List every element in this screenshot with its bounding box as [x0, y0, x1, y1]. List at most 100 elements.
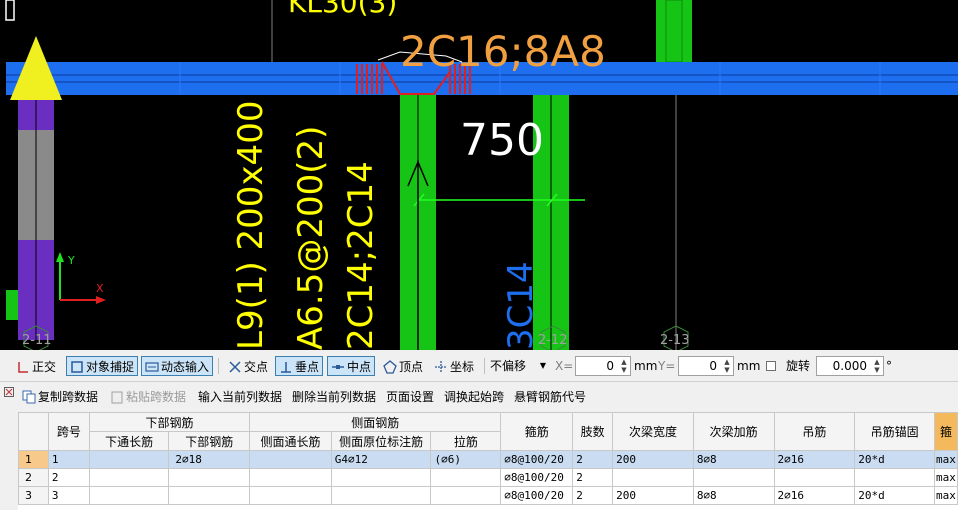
delete-column-button[interactable]: 删除当前列数据 [292, 388, 376, 406]
input-column-button[interactable]: 输入当前列数据 [198, 388, 282, 406]
vertex-label: 顶点 [399, 360, 424, 374]
cell-sec-width[interactable]: 200 [612, 486, 694, 505]
cell-bottom-through[interactable] [88, 486, 170, 505]
cell-sec-add[interactable] [692, 468, 775, 487]
rotate-spinner-icon[interactable]: ▲ ▼ [872, 358, 882, 374]
col-legs[interactable]: 肢数 [572, 412, 614, 451]
midpoint-button[interactable]: 中点 [327, 356, 376, 376]
col-bottom-through[interactable]: 下通长筋 [88, 431, 170, 451]
table-row[interactable]: 3 3 ⌀8@100/20 2 200 8⌀8 2⌀16 20*d max [18, 486, 958, 505]
rotate-checkbox[interactable] [766, 361, 776, 371]
copy-icon [22, 390, 36, 404]
y-input[interactable]: 0 ▲ ▼ [678, 356, 734, 376]
cell-side-original[interactable] [330, 486, 432, 505]
cell-stirrup[interactable]: ⌀8@100/20 [500, 450, 574, 469]
rotate-input[interactable]: 0.000 ▲ ▼ [816, 356, 884, 376]
cell-sec-add[interactable]: 8⌀8 [692, 450, 775, 469]
cell-tie[interactable] [430, 468, 502, 487]
row-number[interactable]: 2 [18, 468, 49, 487]
copy-span-button[interactable]: 复制跨数据 [22, 388, 98, 406]
cell-hanger[interactable] [773, 468, 856, 487]
cell-legs[interactable]: 2 [572, 450, 614, 469]
cell-side-through[interactable] [249, 486, 332, 505]
intersection-button[interactable]: 交点 [224, 356, 272, 376]
cell-side-through[interactable] [249, 468, 332, 487]
col-stirrup-extra[interactable]: 箍 [934, 412, 958, 451]
row-number[interactable]: 3 [18, 486, 49, 505]
cell-tie[interactable]: (⌀6) [430, 450, 502, 469]
cell-extra[interactable]: max [934, 468, 958, 487]
row-number[interactable]: 1 [18, 450, 49, 469]
col-side-through[interactable]: 侧面通长筋 [249, 431, 332, 451]
dynamic-input-button[interactable]: 动态输入 [141, 356, 214, 376]
cell-hanger[interactable]: 2⌀16 [773, 486, 856, 505]
paste-span-button[interactable]: 粘贴跨数据 [110, 388, 186, 406]
cell-sec-add[interactable]: 8⌀8 [692, 486, 775, 505]
page-setup-button[interactable]: 页面设置 [386, 388, 434, 406]
cell-extra[interactable]: max [934, 450, 958, 469]
cell-side-through[interactable] [249, 450, 332, 469]
col-side-original[interactable]: 侧面原位标注筋 [330, 431, 432, 451]
vertex-button[interactable]: 顶点 [379, 356, 427, 376]
x-spinner-icon[interactable]: ▲ ▼ [619, 358, 629, 374]
cell-extra[interactable]: max [934, 486, 958, 505]
cell-sec-width[interactable] [612, 468, 694, 487]
snap-toolbar: 正交 对象捕捉 动态输入 交点 垂点 中点 顶点 坐标 不偏移 ▼ X= 0 ▲… [0, 350, 958, 382]
y-input-value: 0 [709, 359, 717, 373]
cell-span[interactable]: 2 [47, 468, 90, 487]
secondary-beam-stirrup: A6.5@200(2) [291, 126, 331, 350]
col-bottom-rebar[interactable]: 下部钢筋 [168, 431, 251, 451]
cell-anchor[interactable] [854, 468, 936, 487]
cell-side-original[interactable] [330, 468, 432, 487]
col-span-no[interactable]: 跨号 [47, 412, 90, 451]
swap-start-button[interactable]: 调换起始跨 [444, 388, 504, 406]
cell-stirrup[interactable]: ⌀8@100/20 [500, 486, 574, 505]
cell-span[interactable]: 3 [47, 486, 90, 505]
rotate-label: 旋转 [786, 359, 811, 373]
col-hanger-anchor[interactable]: 吊筋锚固 [854, 412, 936, 451]
cell-bottom-rebar[interactable] [168, 486, 251, 505]
perpendicular-button[interactable]: 垂点 [275, 356, 324, 376]
cell-sec-width[interactable]: 200 [612, 450, 694, 469]
vertex-icon [383, 360, 397, 374]
cell-anchor[interactable]: 20*d [854, 450, 936, 469]
x-input[interactable]: 0 ▲ ▼ [575, 356, 631, 376]
cell-side-original[interactable]: G4⌀12 [330, 450, 432, 469]
cell-bottom-rebar[interactable] [168, 468, 251, 487]
col-tie[interactable]: 拉筋 [430, 431, 502, 451]
span-data-grid[interactable]: 跨号 下部钢筋 侧面钢筋 箍筋 肢数 次梁宽度 次梁加筋 吊筋 吊筋锚固 箍 下… [18, 412, 958, 510]
cell-bottom-through[interactable] [88, 468, 170, 487]
cell-span[interactable]: 1 [47, 450, 90, 469]
coordinate-button[interactable]: 坐标 [430, 356, 478, 376]
cell-bottom-rebar[interactable]: 2⌀18 [168, 450, 251, 469]
offset-select[interactable]: 不偏移 ▼ [490, 356, 550, 376]
ortho-button[interactable]: 正交 [12, 356, 60, 376]
col-stirrup[interactable]: 箍筋 [500, 412, 574, 451]
table-row[interactable]: 2 2 ⌀8@100/20 2 max [18, 468, 958, 487]
col-sec-beam-width[interactable]: 次梁宽度 [612, 412, 694, 451]
cell-legs[interactable]: 2 [572, 486, 614, 505]
ortho-label: 正交 [32, 360, 57, 374]
table-row[interactable]: 1 1 2⌀18 G4⌀12 (⌀6) ⌀8@100/20 2 200 8⌀8 … [18, 450, 958, 469]
y-spinner-icon[interactable]: ▲ ▼ [722, 358, 732, 374]
cell-hanger[interactable]: 2⌀16 [773, 450, 856, 469]
y-label: Y= [658, 359, 676, 373]
green-stub [6, 290, 18, 320]
panel-close-icon[interactable] [4, 384, 14, 402]
cell-bottom-through[interactable] [88, 450, 170, 469]
cell-anchor[interactable]: 20*d [854, 486, 936, 505]
cad-drawing-canvas[interactable]: Y X 2-11 2-12 2-13 KL30(3) 2C16;8A8 750 … [0, 0, 958, 350]
separator [218, 358, 219, 374]
intersection-icon [229, 361, 241, 373]
copy-span-label: 复制跨数据 [38, 390, 99, 404]
cell-tie[interactable] [430, 486, 502, 505]
cell-stirrup[interactable]: ⌀8@100/20 [500, 468, 574, 487]
col-sec-beam-add[interactable]: 次梁加筋 [692, 412, 775, 451]
beam-rebar-label: 2C16;8A8 [400, 27, 606, 76]
cantilever-code-button[interactable]: 悬臂钢筋代号 [514, 388, 586, 406]
cell-legs[interactable]: 2 [572, 468, 614, 487]
axis-label-1: 2-11 [22, 333, 52, 348]
col-hanger[interactable]: 吊筋 [773, 412, 856, 451]
object-snap-button[interactable]: 对象捕捉 [66, 356, 139, 376]
rotate-input-value: 0.000 [832, 359, 867, 373]
